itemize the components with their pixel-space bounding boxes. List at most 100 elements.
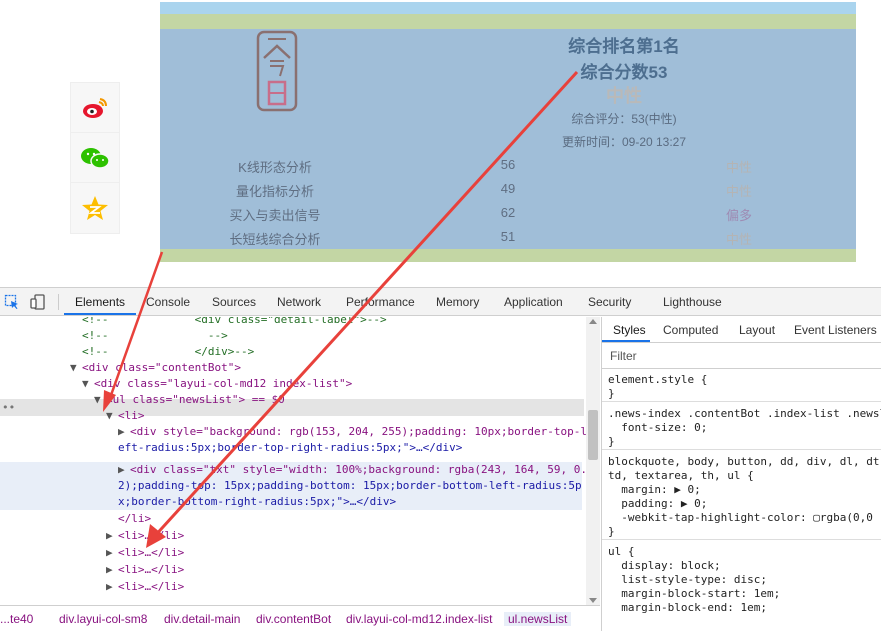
style-rule-line: } — [608, 435, 615, 448]
wechat-share-button[interactable] — [71, 133, 119, 183]
breadcrumb-item[interactable]: div.layui-col-sm8 — [59, 612, 147, 626]
breadcrumb-item[interactable]: div.contentBot — [256, 612, 331, 626]
dom-line[interactable]: eft-radius:5px;border-top-right-radius:5… — [118, 440, 462, 456]
breadcrumb-item[interactable]: div.layui-col-md12.index-list — [346, 612, 493, 626]
expand-triangle-icon[interactable]: ▼ — [82, 376, 89, 392]
analysis-row-value: 49 — [500, 181, 516, 196]
style-rule-line[interactable]: font-size: 0; — [608, 421, 707, 435]
style-rule-line[interactable]: td, textarea, th, ul { — [608, 469, 754, 483]
style-rule-line[interactable]: .news-index .contentBot .index-list .new… — [608, 407, 881, 421]
dom-line[interactable]: <!-- </div>--> — [82, 344, 254, 360]
analysis-row-status: 中性 — [725, 232, 752, 247]
active-tab-underline — [64, 313, 136, 315]
analysis-row: 量化指标分析 49 中性 — [160, 177, 856, 201]
style-rule-line[interactable]: margin-block-end: 1em; — [608, 601, 767, 615]
analysis-row-status: 偏多 — [725, 208, 752, 223]
analysis-row-value: 56 — [500, 157, 516, 172]
tab-elements[interactable]: Elements — [75, 295, 125, 309]
expand-triangle-icon[interactable]: ▼ — [94, 392, 101, 408]
tab-styles[interactable]: Styles — [613, 323, 646, 337]
share-sidebar — [70, 82, 120, 234]
styles-active-underline — [602, 340, 650, 342]
analysis-row-name: K线形态分析 — [238, 160, 312, 175]
expand-triangle-icon[interactable]: ▼ — [106, 408, 113, 424]
tab-security[interactable]: Security — [588, 295, 631, 309]
analysis-row-status: 中性 — [725, 160, 752, 175]
dom-line[interactable]: <div class="txt" style="width: 100%;back… — [130, 462, 587, 478]
device-toolbar-icon[interactable] — [30, 294, 46, 310]
styles-filter-input[interactable]: Filter — [602, 343, 881, 369]
tab-console[interactable]: Console — [146, 295, 190, 309]
page: 综合排名第1名 综合分数53 中性 综合评分：53(中性) 更新时间：09-20… — [0, 0, 881, 631]
rule-divider — [602, 401, 881, 402]
dom-line-selected[interactable]: <ul class="newsList"> == $0 — [106, 392, 285, 408]
node-menu-dots[interactable]: •• — [2, 401, 15, 414]
tab-sources[interactable]: Sources — [212, 295, 256, 309]
style-rule-line[interactable]: ul { — [608, 545, 635, 559]
dom-line[interactable]: <li>…</li> — [118, 579, 184, 595]
tab-performance[interactable]: Performance — [346, 295, 415, 309]
tab-lighthouse[interactable]: Lighthouse — [663, 295, 722, 309]
dom-line[interactable]: <div class="contentBot"> — [82, 360, 241, 376]
style-rule-line[interactable]: margin-block-start: 1em; — [608, 587, 780, 601]
styles-pane: Styles Computed Layout Event Listeners F… — [601, 317, 881, 631]
filter-placeholder: Filter — [610, 349, 637, 363]
style-rule-line[interactable]: list-style-type: disc; — [608, 573, 767, 587]
weibo-icon — [83, 97, 107, 118]
tab-network[interactable]: Network — [277, 295, 321, 309]
tab-application[interactable]: Application — [504, 295, 563, 309]
collapse-triangle-icon[interactable]: ▶ — [118, 462, 125, 478]
widget-top-stripe — [160, 2, 856, 14]
collapse-triangle-icon[interactable]: ▶ — [106, 528, 113, 544]
style-rule-line[interactable]: blockquote, body, button, dd, div, dl, d… — [608, 455, 881, 469]
style-rule-line[interactable]: margin: ▶ 0; — [608, 483, 700, 497]
analysis-row-name: 量化指标分析 — [235, 184, 314, 199]
widget-bottom-stripe — [160, 249, 856, 262]
scrollbar-thumb[interactable] — [588, 410, 598, 460]
style-rule-line[interactable]: element.style { — [608, 373, 707, 387]
analysis-widget: 综合排名第1名 综合分数53 中性 综合评分：53(中性) 更新时间：09-20… — [160, 2, 856, 262]
dom-line[interactable]: <!-- <div class="detail-label">--> — [82, 317, 387, 328]
tab-layout[interactable]: Layout — [739, 323, 775, 337]
analysis-row-name: 买入与卖出信号 — [229, 208, 321, 223]
style-rule-line[interactable]: padding: ▶ 0; — [608, 497, 707, 511]
devtools-panel: Elements Console Sources Network Perform… — [0, 287, 881, 631]
dom-line[interactable]: <li>…</li> — [118, 528, 184, 544]
collapse-triangle-icon[interactable]: ▶ — [106, 562, 113, 578]
tab-memory[interactable]: Memory — [436, 295, 479, 309]
qzone-share-button[interactable] — [71, 183, 119, 233]
collapse-triangle-icon[interactable]: ▶ — [106, 545, 113, 561]
analysis-row: 长短线综合分析 51 中性 — [160, 225, 856, 249]
dom-line[interactable]: <li>…</li> — [118, 545, 184, 561]
breadcrumb-item-current[interactable]: ul.newsList — [504, 612, 572, 626]
dom-line[interactable]: <div class="layui-col-md12 index-list"> — [94, 376, 352, 392]
dom-line[interactable]: <li> — [118, 408, 145, 424]
dom-line[interactable]: <!-- --> — [82, 328, 228, 344]
selected-node-highlight — [0, 399, 584, 416]
weibo-share-button[interactable] — [71, 83, 119, 133]
dom-line[interactable]: <li>…</li> — [118, 562, 184, 578]
collapse-triangle-icon[interactable]: ▶ — [106, 579, 113, 595]
elements-tree: •• <!-- <div class="detail-label">--> <!… — [0, 317, 600, 605]
score-line: 综合分数53 — [580, 63, 668, 82]
collapse-triangle-icon[interactable]: ▶ — [118, 424, 125, 440]
style-rule-line: } — [608, 387, 615, 400]
dom-line[interactable]: </li> — [118, 511, 151, 527]
expand-triangle-icon[interactable]: ▼ — [70, 360, 77, 376]
breadcrumb-item[interactable]: div.detail-main — [164, 612, 240, 626]
analysis-rows: K线形态分析 56 中性 量化指标分析 49 中性 买入与卖出信号 62 偏多 … — [160, 153, 856, 249]
style-rule-line[interactable]: display: block; — [608, 559, 720, 573]
style-rule-line[interactable]: -webkit-tap-highlight-color: ▢rgba(0,0 — [608, 511, 873, 525]
dom-line[interactable]: x;border-bottom-right-radius:5px;">…</di… — [118, 494, 396, 510]
breadcrumb-item[interactable]: ...te40 — [0, 612, 33, 626]
dom-line[interactable]: <div style="background: rgb(153, 204, 25… — [130, 424, 587, 440]
scroll-down-icon[interactable] — [589, 598, 597, 603]
scroll-up-icon[interactable] — [589, 319, 597, 324]
tab-computed[interactable]: Computed — [663, 323, 718, 337]
inspect-element-icon[interactable] — [4, 294, 20, 310]
elements-scrollbar[interactable] — [586, 317, 600, 605]
dom-line[interactable]: 2);padding-top: 15px;padding-bottom: 15p… — [118, 478, 582, 494]
overall-eval-text: 综合评分：53(中性) — [571, 112, 677, 126]
wechat-icon — [81, 147, 110, 169]
tab-event-listeners[interactable]: Event Listeners — [794, 323, 877, 337]
